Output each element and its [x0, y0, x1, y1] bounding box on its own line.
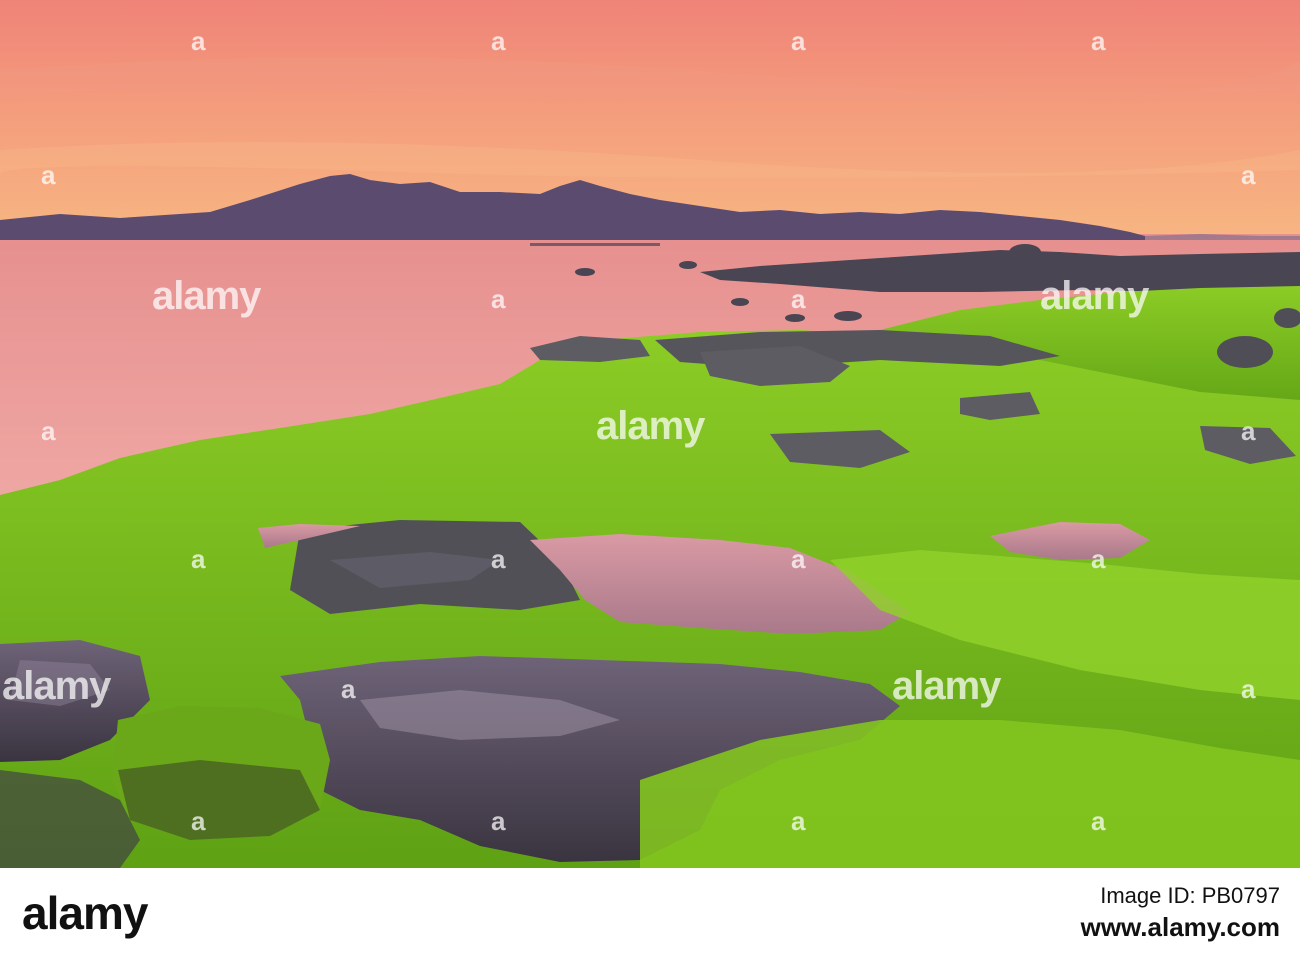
footer-info: Image ID: PB0797 www.alamy.com: [1081, 882, 1280, 944]
site-url[interactable]: www.alamy.com: [1081, 910, 1280, 944]
alamy-logo: alamy: [22, 887, 148, 939]
stock-footer: alamy Image ID: PB0797 www.alamy.com: [0, 868, 1300, 956]
image-id-label: Image ID: PB0797: [1100, 883, 1280, 908]
landscape-photo: a a a a a a alamy a a alamy a alamy a a …: [0, 0, 1300, 868]
photo-scene: [0, 0, 1300, 868]
